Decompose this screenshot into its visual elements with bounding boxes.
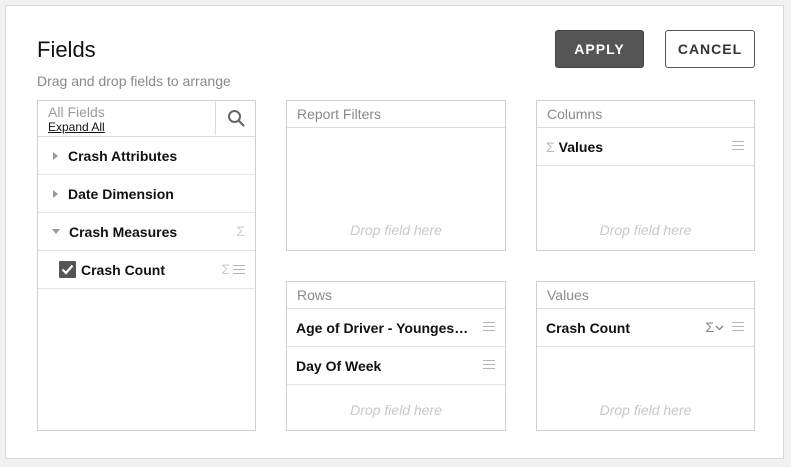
row-item-label: Age of Driver - Youngest Driver bbox=[296, 319, 471, 336]
drag-handle-icon[interactable] bbox=[483, 360, 495, 370]
drop-hint: Drop field here bbox=[599, 402, 692, 418]
drop-hint: Drop field here bbox=[350, 402, 442, 418]
drag-handle-icon[interactable] bbox=[483, 322, 495, 332]
tree-item-label: Crash Attributes bbox=[68, 147, 178, 164]
dialog-subtitle: Drag and drop fields to arrange bbox=[37, 73, 231, 89]
dialog-title: Fields bbox=[37, 37, 96, 62]
expand-all-link[interactable]: Expand All bbox=[48, 120, 105, 134]
drag-handle-icon[interactable] bbox=[732, 141, 744, 151]
drop-hint: Drop field here bbox=[599, 222, 692, 238]
row-item-label: Day Of Week bbox=[296, 357, 382, 374]
all-fields-title: All Fields bbox=[48, 104, 105, 120]
apply-button[interactable]: APPLY bbox=[555, 30, 644, 68]
all-fields-header: All Fields Expand All bbox=[38, 101, 255, 137]
caret-right-icon[interactable] bbox=[53, 189, 58, 198]
columns-title: Columns bbox=[537, 101, 754, 128]
column-item-label: Values bbox=[558, 138, 604, 155]
tree-item-crash-measures[interactable]: Crash Measures Σ bbox=[38, 213, 255, 251]
values-panel[interactable]: Values Crash Count Σ Drop field here bbox=[536, 281, 755, 431]
sigma-icon: Σ bbox=[221, 261, 230, 277]
fields-dialog: Fields Drag and drop fields to arrange A… bbox=[5, 5, 784, 459]
cancel-button[interactable]: CANCEL bbox=[665, 30, 755, 68]
value-item-crash-count[interactable]: Crash Count Σ bbox=[537, 309, 754, 347]
tree-item-label: Date Dimension bbox=[68, 185, 174, 202]
all-fields-panel: All Fields Expand All Crash Attributes D… bbox=[37, 100, 256, 431]
row-item-age-of-driver[interactable]: Age of Driver - Youngest Driver bbox=[287, 309, 505, 347]
sigma-dropdown-icon[interactable]: Σ bbox=[705, 319, 724, 335]
sigma-icon: Σ bbox=[236, 223, 245, 239]
checkmark-icon bbox=[61, 264, 74, 275]
caret-right-icon[interactable] bbox=[53, 151, 58, 160]
drop-hint: Drop field here bbox=[350, 222, 442, 238]
report-filters-title: Report Filters bbox=[287, 101, 505, 128]
tree-item-date-dimension[interactable]: Date Dimension bbox=[38, 175, 255, 213]
tree-item-label: Crash Count bbox=[81, 261, 165, 278]
row-item-day-of-week[interactable]: Day Of Week bbox=[287, 347, 505, 385]
value-item-label: Crash Count bbox=[546, 319, 630, 336]
checkbox-checked[interactable] bbox=[59, 261, 76, 278]
column-item-values[interactable]: Σ Values bbox=[537, 128, 754, 166]
drag-handle-icon[interactable] bbox=[233, 265, 245, 275]
search-icon bbox=[227, 110, 245, 127]
columns-panel[interactable]: Columns Σ Values Drop field here bbox=[536, 100, 755, 251]
report-filters-panel[interactable]: Report Filters Drop field here bbox=[286, 100, 506, 251]
drag-handle-icon[interactable] bbox=[732, 322, 744, 332]
values-title: Values bbox=[537, 282, 754, 309]
caret-down-icon[interactable] bbox=[52, 229, 60, 234]
rows-title: Rows bbox=[287, 282, 505, 309]
search-button[interactable] bbox=[215, 101, 255, 135]
tree-item-crash-attributes[interactable]: Crash Attributes bbox=[38, 137, 255, 175]
rows-panel[interactable]: Rows Age of Driver - Youngest Driver Day… bbox=[286, 281, 506, 431]
sigma-icon: Σ bbox=[546, 138, 555, 155]
tree-item-crash-count[interactable]: Crash Count Σ bbox=[38, 251, 255, 289]
tree-item-label: Crash Measures bbox=[69, 223, 178, 240]
